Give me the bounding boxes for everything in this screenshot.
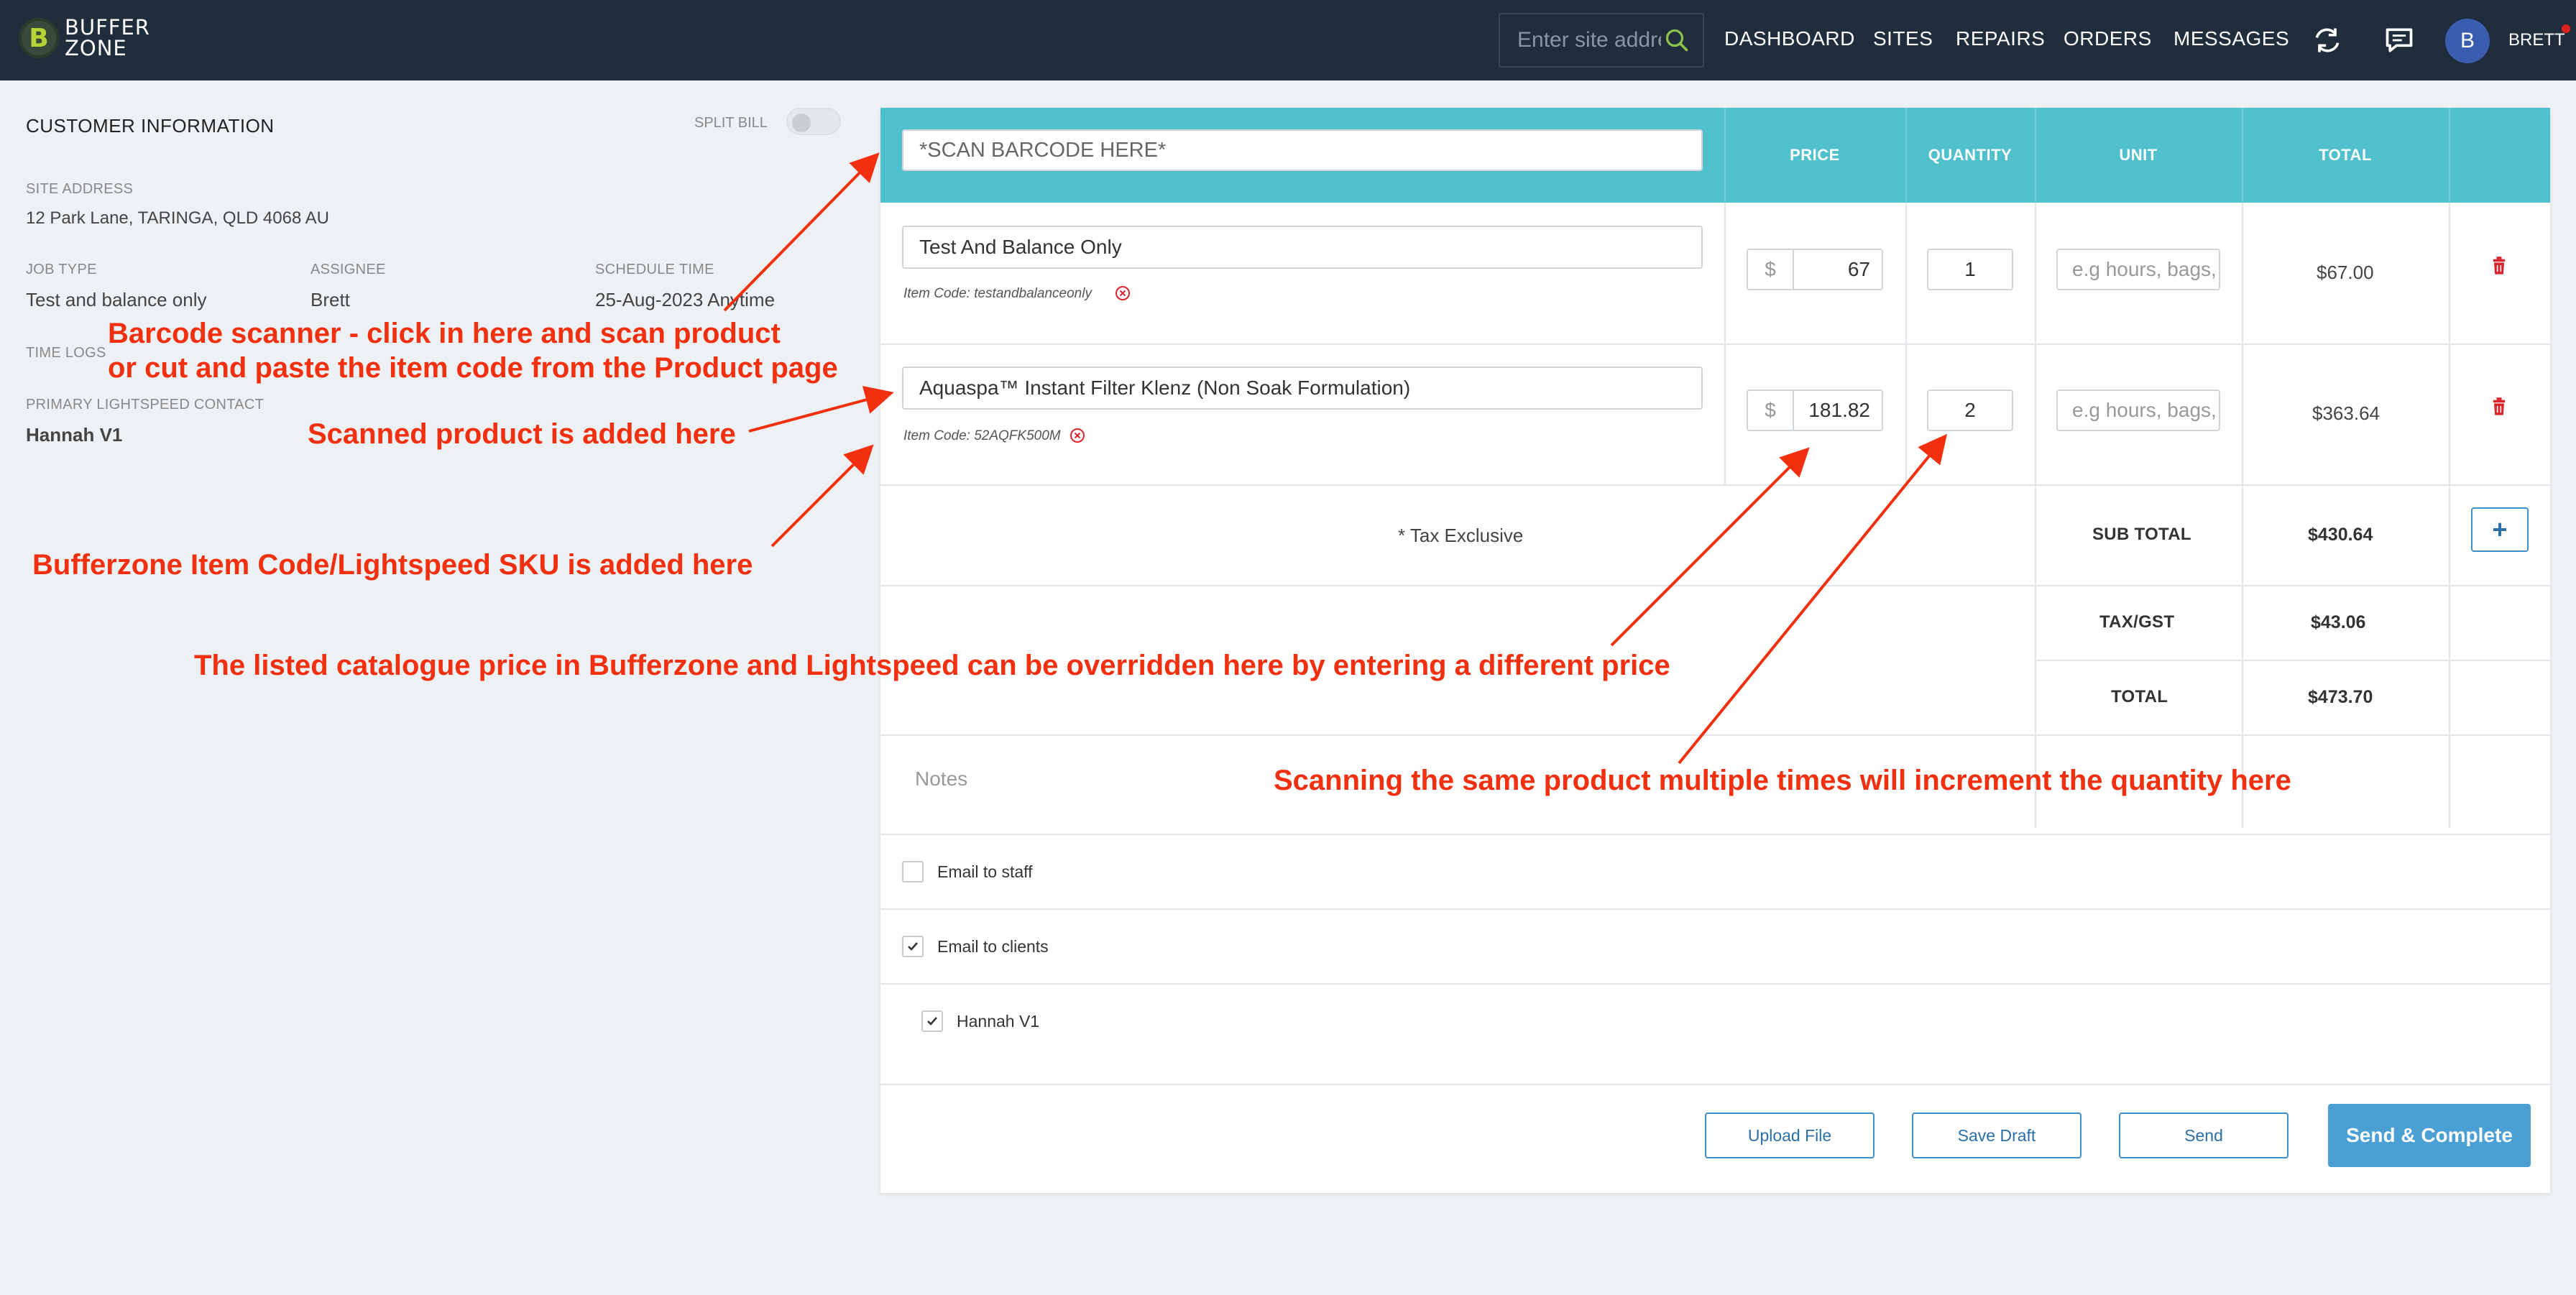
delete-item-icon[interactable] [2490, 397, 2508, 417]
nav-dashboard[interactable]: DASHBOARD [1724, 27, 1855, 50]
quantity-input[interactable]: 1 [1927, 249, 2013, 290]
remove-item-code-icon[interactable] [1114, 285, 1131, 302]
sync-icon[interactable] [2312, 24, 2343, 56]
line-item-code: Item Code: testandbalanceonly [903, 286, 1092, 301]
annotation-scanned: Scanned product is added here [308, 418, 736, 450]
nav-repairs[interactable]: REPAIRS [1956, 27, 2045, 50]
top-navigation-bar: B BUFFER ZONE DASHBOARD SITES REPAIRS OR… [0, 0, 2576, 80]
time-logs-label[interactable]: TIME LOGS [26, 345, 106, 361]
primary-contact-value: Hannah V1 [26, 424, 123, 446]
tax-value: $43.06 [2311, 612, 2366, 632]
logo-mark: B [19, 18, 59, 58]
annotation-item-code: Bufferzone Item Code/Lightspeed SKU is a… [32, 549, 753, 581]
annotation-barcode-line1: Barcode scanner - click in here and scan… [108, 318, 781, 349]
subtotal-label: SUB TOTAL [2092, 525, 2191, 544]
send-and-complete-button[interactable]: Send & Complete [2328, 1104, 2531, 1167]
delete-item-icon[interactable] [2490, 256, 2508, 276]
site-address-label: SITE ADDRESS [26, 181, 134, 197]
user-name[interactable]: BRETT [2508, 30, 2565, 50]
line-item-name[interactable]: Aquaspa™ Instant Filter Klenz (Non Soak … [902, 367, 1703, 410]
email-clients-label[interactable]: Email to clients [937, 937, 1049, 957]
logo-text-line2: ZONE [65, 36, 127, 60]
user-avatar[interactable]: B [2445, 19, 2490, 63]
annotation-barcode: Barcode scanner - click in here and scan… [108, 316, 838, 385]
assignee-value: Brett [310, 289, 350, 310]
client-recipient-label[interactable]: Hannah V1 [957, 1012, 1039, 1031]
arrow-to-barcode [723, 152, 880, 312]
checkmark-icon [908, 942, 918, 951]
barcode-scan-input[interactable] [902, 129, 1703, 171]
client-recipient-checkbox[interactable] [921, 1010, 943, 1032]
tax-exclusive-note: * Tax Exclusive [1398, 525, 1524, 546]
nav-messages[interactable]: MESSAGES [2174, 27, 2289, 50]
bufferzone-logo[interactable]: B BUFFER ZONE [19, 17, 150, 59]
site-search[interactable] [1499, 13, 1704, 68]
currency-prefix: $ [1748, 391, 1794, 430]
site-address-value: 12 Park Lane, TARINGA, QLD 4068 AU [26, 208, 329, 228]
line-items-header: PRICE QUANTITY UNIT TOTAL [880, 108, 2550, 203]
split-bill-label: SPLIT BILL [694, 115, 768, 131]
customer-info-title: CUSTOMER INFORMATION [26, 115, 275, 137]
notes-input[interactable]: Notes [915, 768, 967, 791]
checkmark-icon [927, 1017, 937, 1026]
notification-dot [2562, 24, 2570, 33]
nav-sites[interactable]: SITES [1873, 27, 1933, 50]
line-item-total: $67.00 [2317, 262, 2374, 283]
annotation-barcode-line2: or cut and paste the item code from the … [108, 352, 838, 384]
line-item-total: $363.64 [2312, 402, 2380, 424]
price-input[interactable]: $ 181.82 [1747, 390, 1883, 431]
search-icon[interactable] [1664, 27, 1690, 53]
unit-input[interactable]: e.g hours, bags, etc [2056, 390, 2220, 431]
unit-input[interactable]: e.g hours, bags, etc [2056, 249, 2220, 290]
save-draft-button[interactable]: Save Draft [1912, 1112, 2082, 1158]
schedule-time-value: 25-Aug-2023 Anytime [595, 289, 776, 310]
price-value[interactable]: 67 [1794, 250, 1882, 289]
schedule-time-label: SCHEDULE TIME [595, 262, 714, 277]
job-type-value: Test and balance only [26, 289, 207, 310]
line-item-name[interactable]: Test And Balance Only [902, 226, 1703, 269]
assignee-label: ASSIGNEE [310, 262, 386, 277]
quantity-column-header: QUANTITY [1928, 146, 2012, 164]
total-label: TOTAL [2111, 687, 2168, 706]
remove-item-code-icon[interactable] [1069, 427, 1086, 444]
arrow-to-scanned-item [748, 385, 894, 433]
tax-label: TAX/GST [2099, 612, 2175, 632]
nav-orders[interactable]: ORDERS [2064, 27, 2152, 50]
upload-file-button[interactable]: Upload File [1705, 1112, 1874, 1158]
annotation-price-override: The listed catalogue price in Bufferzone… [194, 650, 1670, 681]
chat-icon[interactable] [2383, 24, 2415, 56]
send-button[interactable]: Send [2119, 1112, 2288, 1158]
site-search-input[interactable] [1517, 28, 1661, 52]
quantity-input[interactable]: 2 [1927, 390, 2013, 431]
line-item-code: Item Code: 52AQFK500M [903, 428, 1061, 443]
price-input[interactable]: $ 67 [1747, 249, 1883, 290]
price-column-header: PRICE [1790, 146, 1840, 164]
primary-contact-label: PRIMARY LIGHTSPEED CONTACT [26, 397, 264, 413]
logo-text-line1: BUFFER [65, 15, 150, 40]
arrow-to-item-code [770, 444, 874, 548]
price-value[interactable]: 181.82 [1794, 391, 1882, 430]
add-line-item-button[interactable]: + [2471, 507, 2529, 552]
unit-column-header: UNIT [2119, 146, 2158, 164]
email-clients-checkbox[interactable] [902, 936, 924, 957]
currency-prefix: $ [1748, 250, 1794, 289]
subtotal-value: $430.64 [2308, 525, 2373, 545]
job-type-label: JOB TYPE [26, 262, 97, 277]
annotation-quantity: Scanning the same product multiple times… [1274, 765, 2291, 796]
email-staff-label[interactable]: Email to staff [937, 862, 1033, 882]
email-staff-checkbox[interactable] [902, 861, 924, 882]
toggle-knob [792, 114, 811, 132]
total-column-header: TOTAL [2319, 146, 2372, 164]
total-value: $473.70 [2308, 687, 2373, 707]
split-bill-toggle[interactable] [786, 108, 841, 135]
